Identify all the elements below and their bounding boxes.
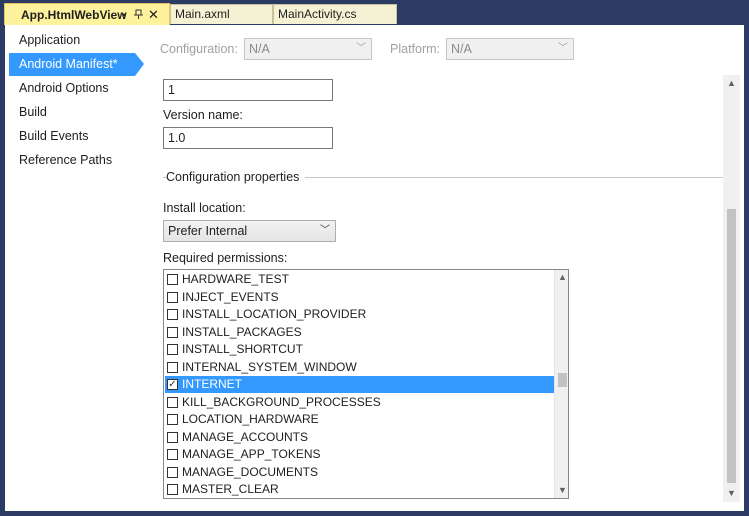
permission-item[interactable]: INSTALL_SHORTCUT (165, 341, 554, 358)
permission-label: INSTALL_SHORTCUT (182, 342, 303, 356)
permission-label: INTERNET (182, 377, 242, 391)
permissions-scrollbar[interactable]: ▲ ▼ (554, 270, 568, 498)
permission-label: INSTALL_PACKAGES (182, 324, 302, 339)
scroll-up-icon[interactable]: ▲ (723, 75, 740, 92)
close-icon[interactable]: ✕ (148, 4, 159, 25)
scroll-up-icon[interactable]: ▲ (555, 270, 568, 285)
sidebar-item-application[interactable]: Application (9, 29, 143, 52)
permission-item[interactable]: MANAGE_DOCUMENTS (165, 464, 554, 481)
page-scrollbar[interactable]: ▲ ▼ (723, 75, 740, 502)
configuration-properties-heading: Configuration properties (166, 170, 306, 184)
checkbox[interactable] (167, 344, 178, 355)
sidebar-item-android-options[interactable]: Android Options (9, 77, 143, 100)
permission-item[interactable]: INJECT_EVENTS (165, 289, 554, 306)
permission-label: MANAGE_DOCUMENTS (182, 464, 319, 479)
window-frame-bottom (0, 511, 749, 516)
checkbox[interactable] (167, 449, 178, 460)
sidebar-item-build-events[interactable]: Build Events (9, 125, 143, 148)
permission-item[interactable]: LOCATION_HARDWARE (165, 411, 554, 428)
sidebar-item-reference-paths[interactable]: Reference Paths (9, 149, 143, 172)
checkbox[interactable] (167, 361, 178, 373)
checkbox[interactable] (167, 326, 178, 338)
chevron-down-icon: ﹀ (356, 43, 366, 54)
permission-item[interactable]: MANAGE_APP_TOKENS (165, 446, 554, 463)
project-properties-panel: Application Android Manifest* Android Op… (5, 25, 744, 511)
tab-label: Main.axml (175, 7, 230, 21)
version-number-input[interactable]: 1 (163, 79, 333, 101)
checkbox-checked[interactable]: ✓ (167, 379, 178, 390)
permission-item[interactable]: INSTALL_LOCATION_PROVIDER (165, 306, 554, 323)
scrollbar-thumb[interactable] (727, 209, 736, 483)
platform-label: Platform: (390, 42, 441, 56)
checkbox[interactable] (167, 309, 178, 320)
permission-label: MANAGE_ACCOUNTS (182, 429, 309, 444)
configuration-select: N/A ﹀ (244, 38, 372, 60)
permission-item[interactable]: INTERNAL_SYSTEM_WINDOW (165, 359, 554, 376)
checkbox[interactable] (167, 414, 178, 425)
sidebar-item-build[interactable]: Build (9, 101, 143, 124)
permission-label: INSTALL_LOCATION_PROVIDER (182, 307, 367, 321)
install-location-select[interactable]: Prefer Internal ﹀ (163, 220, 336, 242)
install-location-value: Prefer Internal (168, 224, 248, 238)
tab-mainactivity-cs[interactable]: MainActivity.cs (273, 4, 397, 24)
checkbox[interactable] (167, 291, 178, 303)
permission-item[interactable]: MANAGE_ACCOUNTS (165, 429, 554, 446)
scrollbar-thumb[interactable] (558, 373, 567, 387)
selection-arrow-icon (135, 53, 144, 76)
scroll-down-icon[interactable]: ▼ (555, 483, 568, 498)
permission-item[interactable]: KILL_BACKGROUND_PROCESSES (165, 394, 554, 411)
sidebar-item-label: Application (19, 33, 81, 47)
sidebar-item-label: Build Events (19, 129, 89, 143)
tab-label: MainActivity.cs (278, 7, 357, 21)
permission-item[interactable]: MASTER_CLEAR (165, 481, 554, 498)
permission-item[interactable]: HARDWARE_TEST (165, 271, 554, 288)
permission-label: LOCATION_HARDWARE (182, 412, 319, 426)
configuration-label: Configuration: (160, 42, 238, 56)
pin-icon[interactable] (134, 4, 143, 25)
checkbox[interactable] (167, 396, 178, 408)
permission-label: HARDWARE_TEST (182, 272, 289, 286)
chevron-down-icon: ﹀ (320, 225, 330, 236)
tab-main-axml[interactable]: Main.axml (170, 4, 273, 24)
platform-select: N/A ﹀ (446, 38, 574, 60)
sidebar-item-label: Reference Paths (19, 153, 113, 167)
permission-label: MASTER_CLEAR (182, 482, 279, 496)
required-permissions-label: Required permissions: (163, 251, 288, 265)
version-name-input[interactable]: 1.0 (163, 127, 333, 149)
install-location-label: Install location: (163, 201, 246, 215)
document-tab-strip: App.HtmlWebView • ✕ Main.axml MainActivi… (0, 0, 749, 25)
checkbox[interactable] (167, 466, 178, 478)
sidebar-item-label: Android Manifest* (19, 57, 118, 71)
tab-label: App.HtmlWebView (21, 8, 127, 22)
permission-label: KILL_BACKGROUND_PROCESSES (182, 394, 381, 409)
permission-label: MANAGE_APP_TOKENS (182, 447, 321, 461)
version-name-label: Version name: (163, 108, 243, 122)
modified-dot-icon: • (122, 10, 126, 20)
platform-value: N/A (451, 42, 472, 56)
checkbox[interactable] (167, 431, 178, 443)
chevron-down-icon: ﹀ (558, 43, 568, 54)
sidebar-item-android-manifest[interactable]: Android Manifest* (9, 53, 135, 76)
permission-label: INJECT_EVENTS (182, 289, 279, 304)
permission-label: INTERNAL_SYSTEM_WINDOW (182, 359, 357, 374)
required-permissions-list[interactable]: HARDWARE_TEST INJECT_EVENTS INSTALL_LOCA… (163, 269, 569, 499)
tab-app-htmlwebview[interactable]: App.HtmlWebView • ✕ (4, 3, 170, 25)
permission-item[interactable]: INSTALL_PACKAGES (165, 324, 554, 341)
sidebar-item-label: Android Options (19, 81, 109, 95)
checkbox[interactable] (167, 484, 178, 495)
checkbox[interactable] (167, 274, 178, 285)
sidebar-item-label: Build (19, 105, 47, 119)
configuration-value: N/A (249, 42, 270, 56)
scroll-down-icon[interactable]: ▼ (723, 485, 740, 502)
group-divider (305, 177, 723, 178)
permission-item-selected[interactable]: ✓ INTERNET (165, 376, 554, 393)
